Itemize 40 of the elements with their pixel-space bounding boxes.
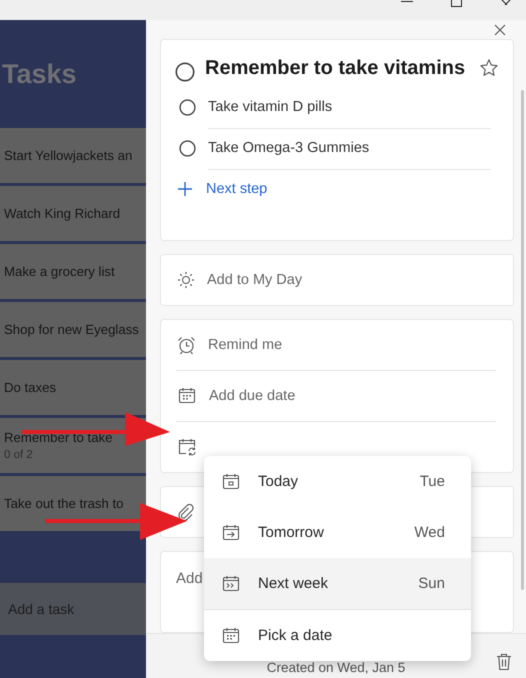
task-item[interactable]: Do taxes (0, 360, 146, 415)
plus-icon[interactable] (178, 182, 192, 196)
task-item[interactable]: Watch King Richard (0, 186, 146, 241)
menu-item[interactable]: Today Tue (204, 456, 471, 507)
task-title[interactable]: Remember to take vitamins (205, 54, 469, 82)
next-step-button[interactable]: Next step (206, 181, 268, 197)
sun-icon (177, 271, 195, 289)
menu-item[interactable]: Tomorrow Wed (204, 507, 471, 558)
task-checkbox[interactable] (175, 62, 195, 82)
task-item[interactable]: Start Yellowjackets an (0, 128, 146, 183)
step-label[interactable]: Take vitamin D pills (208, 99, 332, 115)
minimize-icon[interactable] (401, 0, 413, 4)
menu-item[interactable]: Pick a date (204, 610, 471, 661)
step-checkbox[interactable] (179, 99, 196, 116)
star-icon[interactable] (479, 58, 499, 78)
trash-icon[interactable] (496, 653, 512, 671)
add-due-date-button[interactable]: Add due date (209, 388, 296, 404)
close-icon[interactable] (500, 0, 512, 5)
menu-item[interactable]: Next week Sun (204, 558, 471, 609)
created-date: Created on Wed, Jan 5 (266, 660, 406, 675)
calendar-icon (221, 626, 241, 646)
task-item[interactable]: Make a grocery list (0, 244, 146, 299)
calendar-icon (177, 386, 197, 406)
step-checkbox[interactable] (179, 140, 196, 157)
close-icon[interactable] (494, 24, 506, 36)
task-item[interactable]: Shop for new Eyeglass (0, 302, 146, 357)
calendar-icon (221, 472, 241, 492)
list-title: Tasks (2, 58, 77, 90)
alarm-clock-icon (177, 336, 196, 354)
step-label[interactable]: Take Omega-3 Gummies (208, 140, 370, 156)
paperclip-icon[interactable] (177, 503, 195, 521)
maximize-icon[interactable] (451, 0, 462, 7)
calendar-icon (221, 574, 241, 594)
scrollbar[interactable] (521, 90, 524, 590)
remind-me-button[interactable]: Remind me (208, 337, 282, 353)
task-item[interactable]: Take out the trash to (0, 476, 146, 531)
calendar-icon (221, 522, 241, 542)
note-placeholder[interactable]: Add (176, 570, 203, 587)
repeat-calendar-icon (177, 437, 197, 457)
add-to-my-day-button[interactable]: Add to My Day (207, 272, 302, 288)
